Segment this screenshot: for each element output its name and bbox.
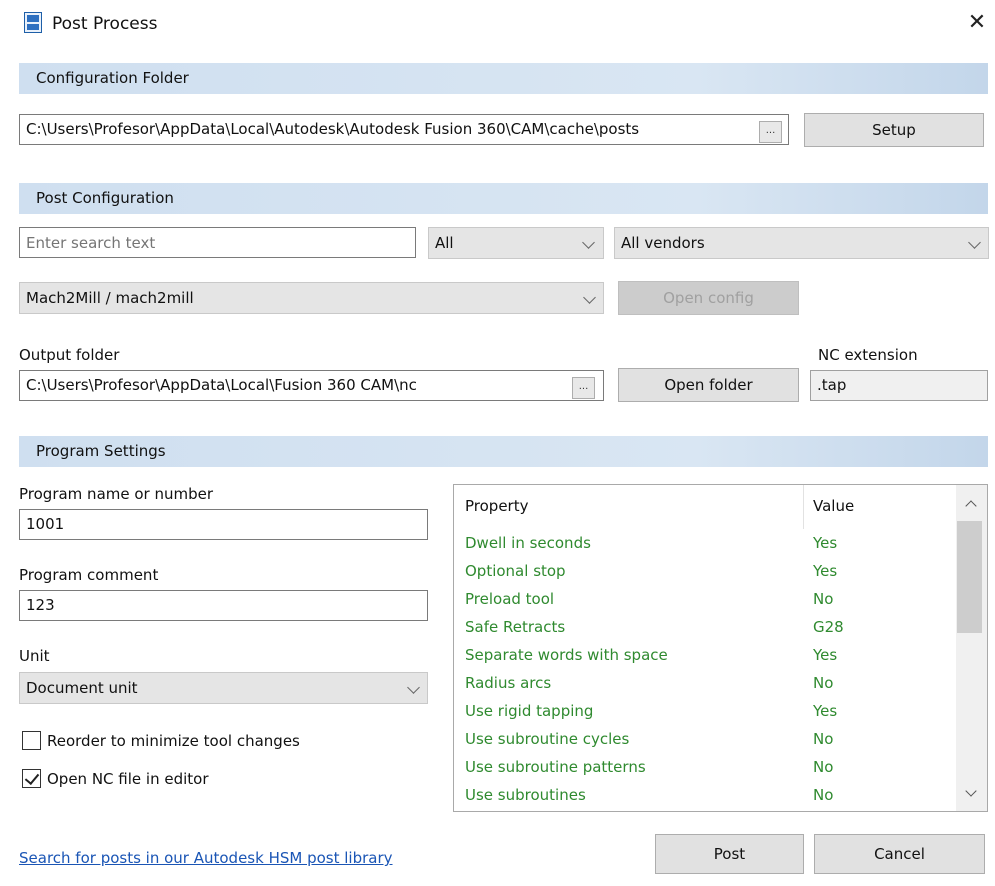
table-row[interactable]: Use subroutines No: [454, 781, 954, 809]
property-name: Safe Retracts: [465, 618, 566, 636]
property-value: Yes: [813, 702, 838, 720]
grid-header: Property Value: [454, 485, 954, 529]
property-value: Yes: [813, 534, 838, 552]
property-name: Use subroutines: [465, 786, 586, 804]
program-name-label: Program name or number: [19, 485, 214, 503]
property-name: Radius arcs: [465, 674, 552, 692]
nc-extension-field[interactable]: .tap: [810, 370, 988, 401]
chevron-down-icon: [582, 236, 595, 249]
config-browse-button[interactable]: ...: [759, 121, 782, 143]
config-folder-path-text: C:\Users\Profesor\AppData\Local\Autodesk…: [26, 120, 640, 138]
scrollbar-thumb[interactable]: [957, 521, 982, 633]
property-name: Use subroutine cycles: [465, 730, 630, 748]
scroll-up-icon[interactable]: [965, 500, 977, 512]
checkmark-icon: [24, 769, 40, 786]
property-grid[interactable]: Property Value Dwell in seconds Yes Optio…: [453, 484, 988, 812]
post-config-header: Post Configuration: [19, 183, 988, 214]
property-value: Yes: [813, 562, 838, 580]
chevron-down-icon: [583, 291, 596, 304]
chevron-down-icon: [407, 681, 420, 694]
column-property[interactable]: Property: [465, 497, 528, 515]
table-row[interactable]: Radius arcs No: [454, 669, 954, 697]
chevron-down-icon: [968, 236, 981, 249]
filter-dropdown[interactable]: All: [428, 227, 604, 259]
unit-label: Unit: [19, 647, 50, 665]
program-name-field[interactable]: 1001: [19, 509, 428, 540]
post-selected: Mach2Mill / mach2mill: [26, 289, 194, 307]
setup-button[interactable]: Setup: [804, 113, 984, 147]
property-value: G28: [813, 618, 844, 636]
property-name: Use rigid tapping: [465, 702, 594, 720]
vendor-dropdown[interactable]: All vendors: [614, 227, 989, 259]
program-name-text: 1001: [26, 515, 65, 533]
app-icon: [24, 12, 42, 33]
open-folder-button[interactable]: Open folder: [618, 368, 799, 402]
filter-selected: All: [435, 234, 454, 252]
property-value: No: [813, 674, 834, 692]
property-value: Yes: [813, 646, 838, 664]
table-row[interactable]: Use rigid tapping Yes: [454, 697, 954, 725]
table-row[interactable]: Separate words with space Yes: [454, 641, 954, 669]
property-value: No: [813, 786, 834, 804]
output-browse-button[interactable]: ...: [572, 377, 595, 399]
open-nc-checkbox[interactable]: [22, 769, 41, 788]
property-name: Optional stop: [465, 562, 566, 580]
open-config-button[interactable]: Open config: [618, 281, 799, 315]
reorder-label: Reorder to minimize tool changes: [47, 732, 300, 750]
program-comment-text: 123: [26, 596, 55, 614]
open-nc-label: Open NC file in editor: [47, 770, 209, 788]
output-folder-field[interactable]: C:\Users\Profesor\AppData\Local\Fusion 3…: [19, 370, 604, 401]
post-dropdown[interactable]: Mach2Mill / mach2mill: [19, 282, 604, 314]
unit-selected: Document unit: [26, 679, 138, 697]
vertical-scrollbar[interactable]: [956, 485, 987, 811]
table-row[interactable]: Use subroutine patterns No: [454, 753, 954, 781]
post-library-link[interactable]: Search for posts in our Autodesk HSM pos…: [19, 848, 393, 868]
config-folder-path[interactable]: C:\Users\Profesor\AppData\Local\Autodesk…: [19, 114, 789, 145]
grid-rows: Dwell in seconds Yes Optional stop Yes Pre…: [454, 529, 954, 811]
post-button[interactable]: Post: [655, 834, 804, 874]
property-name: Separate words with space: [465, 646, 668, 664]
output-folder-label: Output folder: [19, 346, 120, 364]
nc-extension-label: NC extension: [818, 346, 918, 364]
table-row[interactable]: Use subroutine cycles No: [454, 725, 954, 753]
config-folder-header: Configuration Folder: [19, 63, 988, 94]
unit-dropdown[interactable]: Document unit: [19, 672, 428, 704]
reorder-checkbox[interactable]: [22, 731, 41, 750]
window-title: Post Process: [52, 14, 158, 34]
table-row[interactable]: Dwell in seconds Yes: [454, 529, 954, 557]
property-name: Dwell in seconds: [465, 534, 591, 552]
vendor-selected: All vendors: [621, 234, 705, 252]
table-row[interactable]: Optional stop Yes: [454, 557, 954, 585]
property-value: No: [813, 758, 834, 776]
scroll-down-icon[interactable]: [965, 785, 977, 797]
column-value[interactable]: Value: [813, 497, 854, 515]
property-name: Preload tool: [465, 590, 555, 608]
cancel-button[interactable]: Cancel: [814, 834, 985, 874]
table-row[interactable]: Safe Retracts G28: [454, 613, 954, 641]
program-comment-label: Program comment: [19, 566, 159, 584]
property-name: Use subroutine patterns: [465, 758, 646, 776]
output-folder-text: C:\Users\Profesor\AppData\Local\Fusion 3…: [26, 376, 417, 394]
nc-extension-text: .tap: [817, 376, 847, 394]
program-comment-field[interactable]: 123: [19, 590, 428, 621]
property-value: No: [813, 590, 834, 608]
column-divider: [803, 485, 804, 529]
close-icon[interactable]: ✕: [963, 8, 991, 38]
table-row[interactable]: Preload tool No: [454, 585, 954, 613]
post-search-input[interactable]: [19, 227, 416, 258]
property-value: No: [813, 730, 834, 748]
program-settings-header: Program Settings: [19, 436, 988, 467]
